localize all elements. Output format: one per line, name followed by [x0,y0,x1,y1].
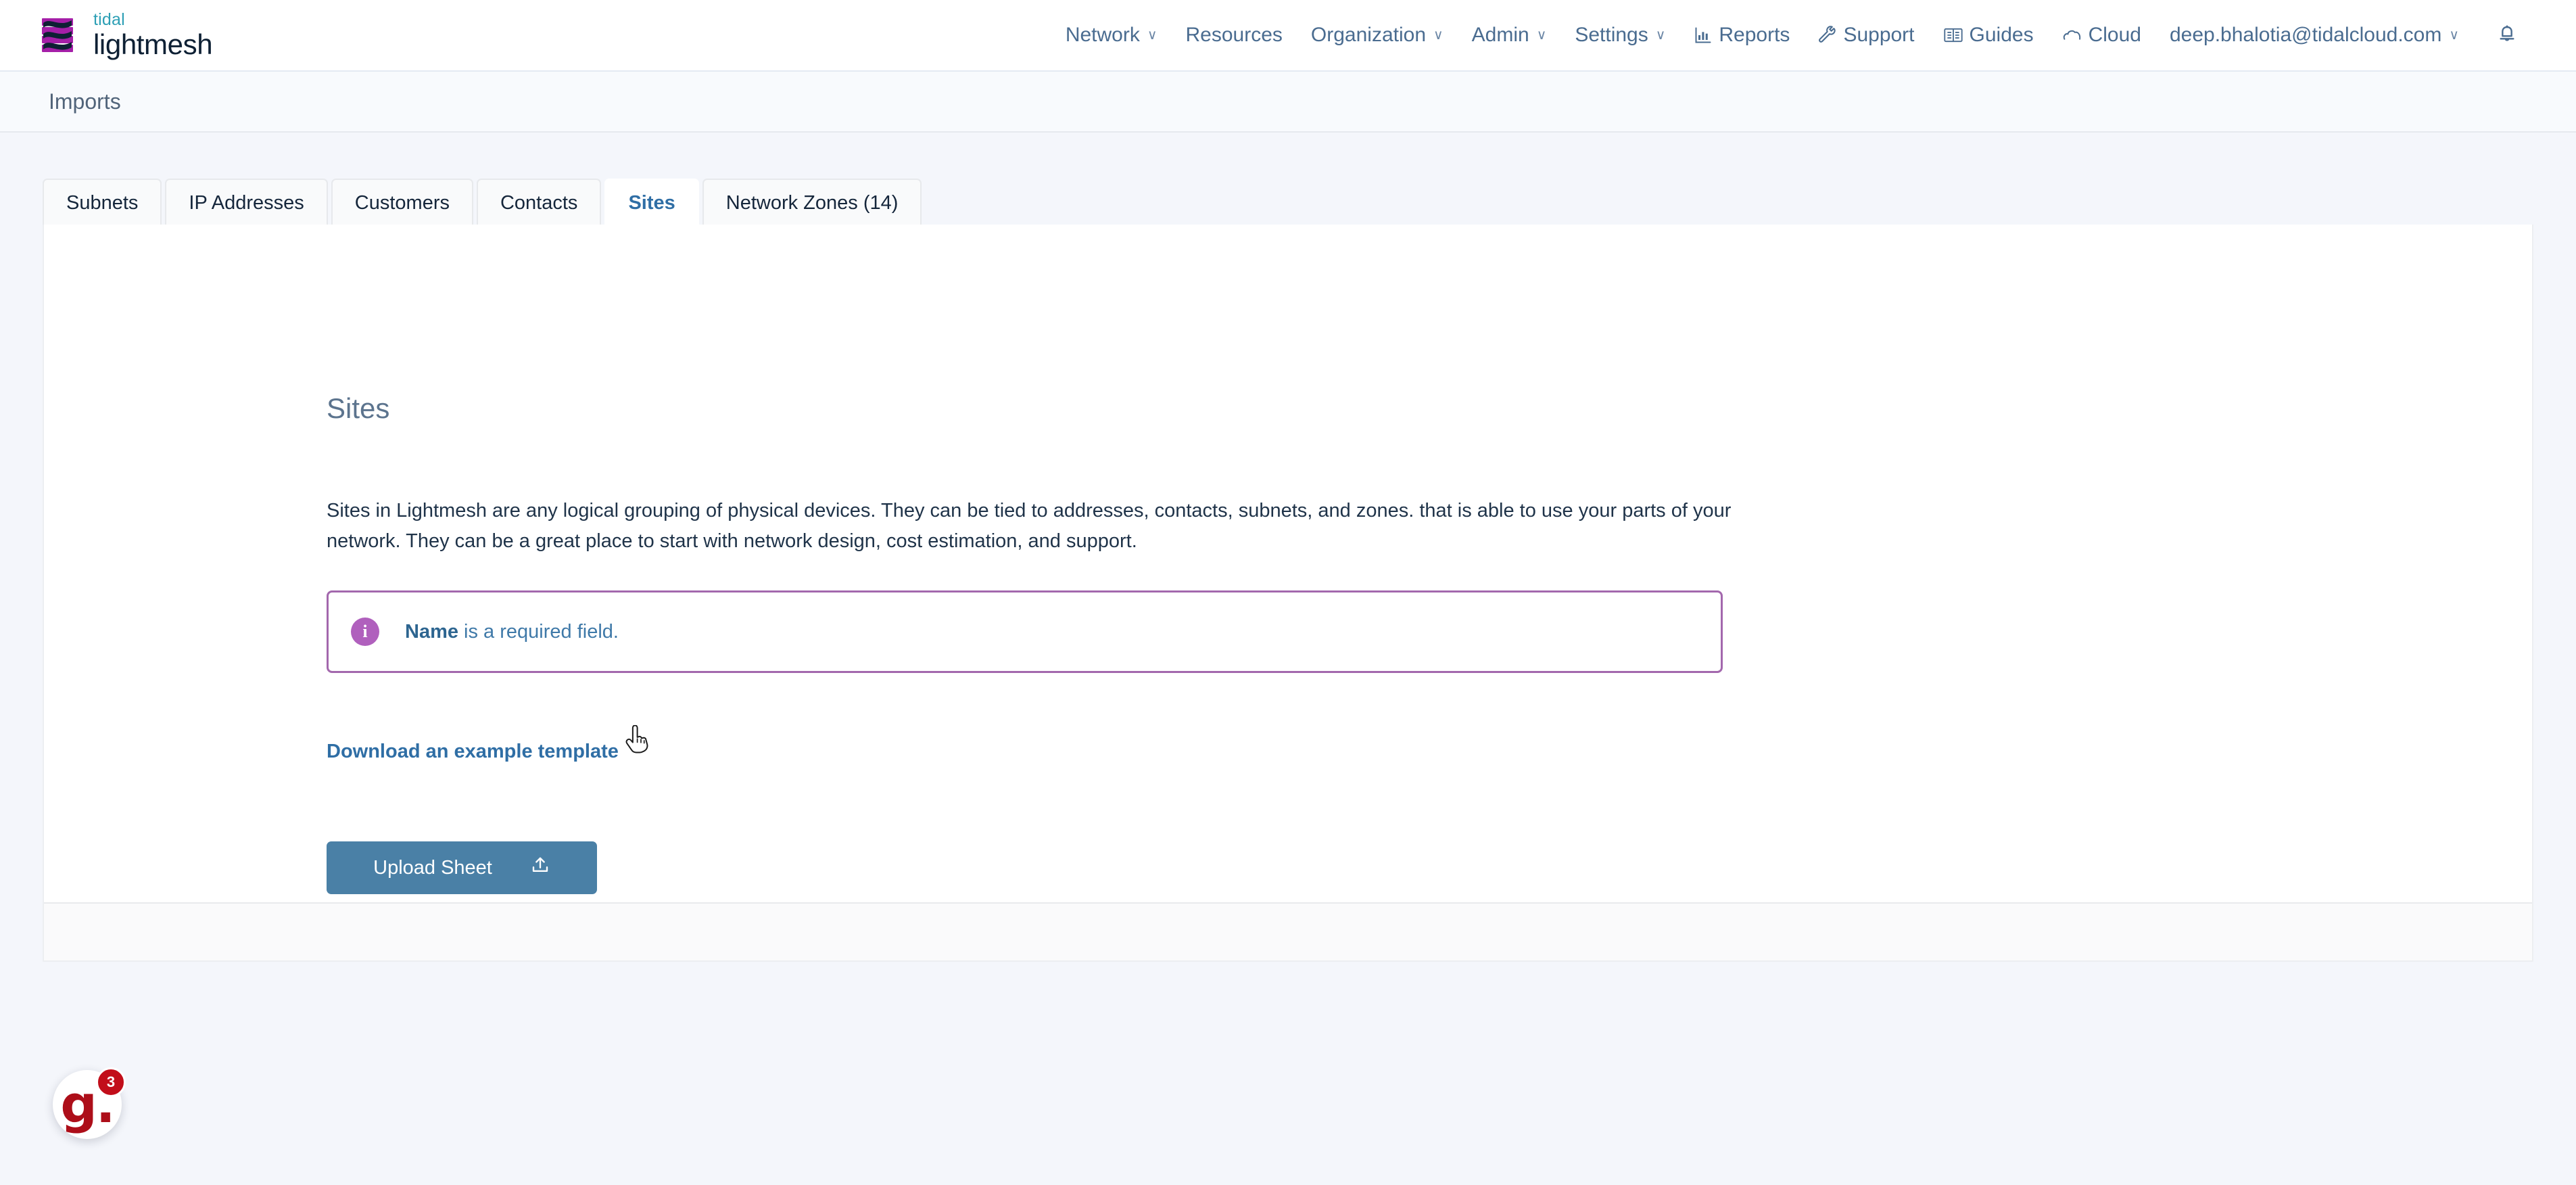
upload-sheet-label: Upload Sheet [373,856,492,879]
sites-import-panel: Sites Sites in Lightmesh are any logical… [44,225,2532,895]
chevron-down-icon: ∨ [2449,28,2459,43]
cloud-icon [2062,26,2082,44]
brand-lightmesh-word: lightmesh [93,28,213,60]
nav-item-settings[interactable]: Settings ∨ [1560,0,1679,70]
chat-widget[interactable]: g. 3 [53,1067,126,1139]
nav-item-guides-label: Guides [1969,24,2034,46]
validation-alert-text: Name is a required field. [405,621,619,643]
nav-item-organization-label: Organization [1310,24,1427,46]
tab-customers[interactable]: Customers [331,179,473,226]
info-circle-icon: i [351,618,379,647]
tab-ip-addresses-label: IP Addresses [189,191,304,214]
chevron-down-icon: ∨ [1536,28,1547,43]
validation-alert: i Name is a required field. [327,590,1723,674]
validation-alert-field-name: Name [405,620,458,643]
navbar-links: Network ∨ Resources Organization ∨ Admin… [1051,0,2535,70]
tab-network-zones-label: Network Zones (14) [725,191,899,214]
nav-item-guides[interactable]: Guides [1929,0,2048,70]
page-header-bar: Imports [0,70,2576,133]
bell-icon [2496,24,2518,46]
tab-sites-label: Sites [628,191,675,214]
imports-panel-card: Sites Sites in Lightmesh are any logical… [43,225,2533,962]
tab-customers-label: Customers [354,191,450,214]
tab-contacts[interactable]: Contacts [476,179,602,226]
chevron-down-icon: ∨ [1147,28,1158,43]
upload-sheet-button[interactable]: Upload Sheet [327,841,597,895]
page-title: Imports [49,89,121,114]
brand-logo[interactable]: tidal lightmesh [39,10,213,60]
tab-ip-addresses[interactable]: IP Addresses [165,179,328,226]
tab-network-zones[interactable]: Network Zones (14) [702,179,922,226]
tidal-lightmesh-logo-icon [39,14,81,56]
account-menu[interactable]: deep.bhalotia@tidalcloud.com ∨ [2155,0,2473,70]
imports-tabs: Subnets IP Addresses Customers Contacts … [43,179,2576,226]
nav-item-cloud[interactable]: Cloud [2048,0,2155,70]
top-navbar: tidal lightmesh Network ∨ Resources Orga… [0,0,2576,70]
book-icon [1943,26,1963,45]
imports-content: Subnets IP Addresses Customers Contacts … [0,133,2576,962]
notifications-button[interactable] [2473,0,2535,70]
wrench-icon [1818,26,1837,45]
nav-item-organization[interactable]: Organization ∨ [1297,0,1458,70]
nav-item-resources-label: Resources [1185,24,1283,46]
nav-item-support[interactable]: Support [1804,0,1928,70]
chat-unread-badge: 3 [96,1067,126,1097]
panel-card-footer [44,902,2532,960]
brand-tidal-word: tidal [93,10,125,29]
bar-chart-icon [1694,26,1713,45]
nav-item-cloud-label: Cloud [2088,24,2141,46]
nav-item-resources[interactable]: Resources [1172,0,1297,70]
nav-item-reports[interactable]: Reports [1679,0,1804,70]
chevron-down-icon: ∨ [1433,28,1444,43]
panel-description: Sites in Lightmesh are any logical group… [327,500,1732,553]
tab-subnets-label: Subnets [66,191,139,214]
tab-contacts-label: Contacts [500,191,578,214]
tab-sites[interactable]: Sites [604,179,699,226]
tab-subnets[interactable]: Subnets [43,179,162,226]
nav-item-admin-label: Admin [1471,24,1529,46]
upload-icon [530,855,550,881]
panel-heading: Sites [327,392,390,424]
nav-item-network-label: Network [1065,24,1140,46]
nav-item-admin[interactable]: Admin ∨ [1458,0,1561,70]
validation-alert-message: is a required field. [458,620,619,643]
account-email: deep.bhalotia@tidalcloud.com [2169,24,2442,46]
nav-item-support-label: Support [1843,24,1915,46]
chevron-down-icon: ∨ [1655,28,1666,43]
nav-item-settings-label: Settings [1575,24,1648,46]
download-example-template-link[interactable]: Download an example template [327,741,619,763]
nav-item-network[interactable]: Network ∨ [1051,0,1172,70]
nav-item-reports-label: Reports [1719,24,1790,46]
